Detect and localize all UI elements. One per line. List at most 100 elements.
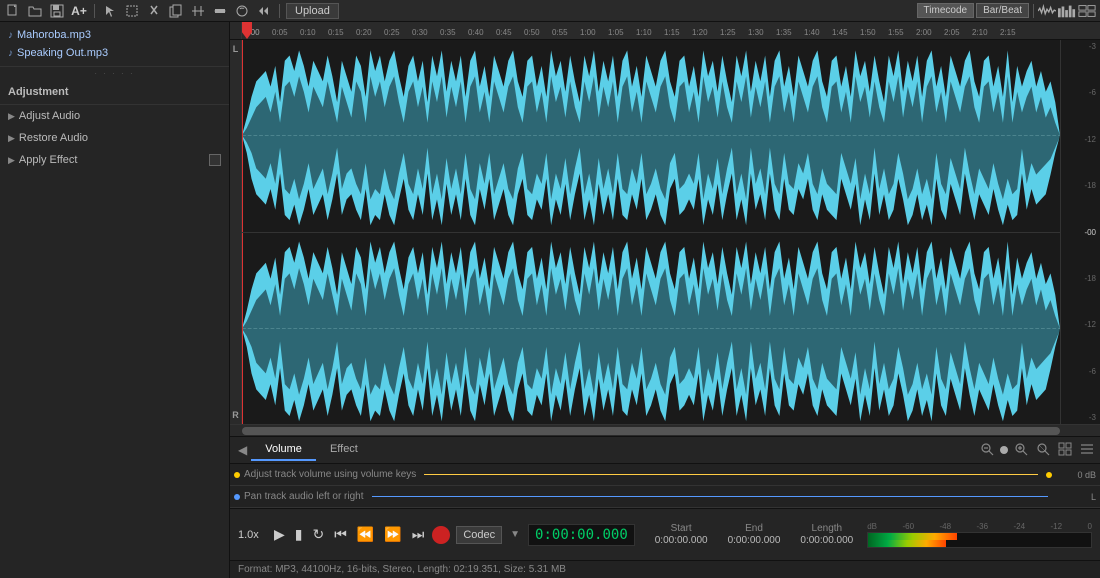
- timecode-button[interactable]: Timecode: [917, 3, 975, 18]
- upload-button[interactable]: Upload: [286, 3, 339, 19]
- right-content: 0:00 0:05 0:10 0:15 0:20 0:25 0:30 0:35 …: [230, 22, 1100, 578]
- timeline-header: 0:00 0:05 0:10 0:15 0:20 0:25 0:30 0:35 …: [230, 22, 1100, 40]
- separator-1: [94, 4, 95, 18]
- tab-effect[interactable]: Effect: [316, 439, 372, 461]
- music-icon-1: ♪: [8, 30, 13, 41]
- svg-text:0:35: 0:35: [440, 28, 456, 37]
- copy-icon[interactable]: [167, 2, 185, 20]
- start-label: Start: [671, 523, 692, 534]
- select-icon[interactable]: [123, 2, 141, 20]
- time-display: 0:00:00.000: [528, 524, 635, 546]
- silence-icon[interactable]: [211, 2, 229, 20]
- waveform-tracks: [242, 40, 1060, 424]
- waveform-view-icon[interactable]: [1038, 2, 1056, 20]
- db-label-6b: -6: [1063, 367, 1098, 376]
- scrollbar-track[interactable]: [242, 427, 1060, 435]
- meter-bar-bottom: [868, 540, 946, 547]
- trim-icon[interactable]: [189, 2, 207, 20]
- track-item-1[interactable]: ♪ Mahoroba.mp3: [0, 26, 229, 44]
- apply-effect-item[interactable]: ▶ Apply Effect: [0, 149, 229, 171]
- channel-l-label: L: [233, 44, 239, 54]
- cut-icon[interactable]: [145, 2, 163, 20]
- speed-display: 1.0x: [238, 529, 266, 541]
- scrollbar-area[interactable]: [230, 424, 1100, 436]
- svg-text:2:05: 2:05: [944, 28, 960, 37]
- fast-forward-button[interactable]: ⏩: [382, 524, 403, 545]
- automation-dot-2: [234, 494, 240, 500]
- stop-button[interactable]: ▮: [293, 524, 305, 545]
- waveform-track-R: [242, 233, 1060, 425]
- loop-button[interactable]: ↻: [311, 524, 327, 545]
- svg-text:1:40: 1:40: [804, 28, 820, 37]
- svg-text:0:45: 0:45: [496, 28, 512, 37]
- svg-text:0:50: 0:50: [524, 28, 540, 37]
- record-button[interactable]: [432, 526, 450, 544]
- track-name-1: Mahoroba.mp3: [17, 29, 91, 41]
- restore-audio-label: Restore Audio: [19, 132, 88, 144]
- open-icon[interactable]: [26, 2, 44, 20]
- adjust-audio-label: Adjust Audio: [19, 110, 80, 122]
- zoom-in-icon[interactable]: [1012, 442, 1030, 459]
- main-area: ♪ Mahoroba.mp3 ♪ Speaking Out.mp3 · · · …: [0, 22, 1100, 578]
- cursor-icon[interactable]: [101, 2, 119, 20]
- tab-volume[interactable]: Volume: [251, 439, 316, 461]
- restore-audio-arrow: ▶: [8, 133, 15, 144]
- db-label-3-top: -3: [1063, 42, 1098, 51]
- skip-end-button[interactable]: ⏭: [410, 524, 427, 545]
- settings-icon[interactable]: [1078, 442, 1096, 459]
- svg-text:2:10: 2:10: [972, 28, 988, 37]
- svg-text:0:55: 0:55: [552, 28, 568, 37]
- adjustment-header: Adjustment: [0, 80, 229, 104]
- svg-text:0:05: 0:05: [272, 28, 288, 37]
- grid-view-icon[interactable]: [1078, 2, 1096, 20]
- codec-button[interactable]: Codec: [456, 526, 502, 544]
- skip-start-button[interactable]: ⏮: [332, 524, 349, 545]
- zoom-out-icon[interactable]: [978, 442, 996, 459]
- start-val: 0:00:00.000: [655, 535, 708, 546]
- font-size-icon[interactable]: A+: [70, 2, 88, 20]
- svg-text:1:20: 1:20: [692, 28, 708, 37]
- adjust-audio-arrow: ▶: [8, 111, 15, 122]
- separator-2: [279, 4, 280, 18]
- adjust-audio-item[interactable]: ▶ Adjust Audio: [0, 105, 229, 127]
- length-section: Length 0:00:00.000: [800, 523, 853, 546]
- db-scale: -3 -6 -12 -18 -00 -18 -12 -6 -3: [1060, 40, 1100, 424]
- svg-text:1:25: 1:25: [720, 28, 736, 37]
- save-icon[interactable]: [48, 2, 66, 20]
- codec-dropdown-arrow[interactable]: ▼: [508, 529, 522, 540]
- scrollbar-thumb[interactable]: [242, 427, 1060, 435]
- status-bar: Format: MP3, 44100Hz, 16-bits, Stereo, L…: [230, 560, 1100, 578]
- db-label-12: -12: [1063, 135, 1098, 144]
- play-button[interactable]: ▶: [272, 524, 287, 545]
- mix-icon[interactable]: [233, 2, 251, 20]
- effect-square-icon[interactable]: [209, 154, 221, 166]
- new-icon[interactable]: [4, 2, 22, 20]
- svg-text:2:15: 2:15: [1000, 28, 1016, 37]
- svg-text:1:50: 1:50: [860, 28, 876, 37]
- restore-audio-item[interactable]: ▶ Restore Audio: [0, 127, 229, 149]
- barbeat-button[interactable]: Bar/Beat: [976, 3, 1029, 18]
- svg-text:0:10: 0:10: [300, 28, 316, 37]
- automation-dot-right-1: [1046, 472, 1052, 478]
- zoom-fit-icon[interactable]: [1034, 442, 1052, 459]
- end-val: 0:00:00.000: [728, 535, 781, 546]
- spectrum-view-icon[interactable]: [1058, 2, 1076, 20]
- automation-db-label: 0 dB: [1056, 470, 1096, 480]
- volume-slider-dot[interactable]: [1000, 446, 1008, 454]
- level-meter-container: dB -60 -48 -36 -24 -12 0: [867, 522, 1092, 548]
- grid-icon[interactable]: [1056, 442, 1074, 459]
- meter-labels: dB -60 -48 -36 -24 -12 0: [867, 522, 1092, 531]
- tab-scroll-left[interactable]: ◀: [234, 443, 251, 457]
- svg-text:1:35: 1:35: [776, 28, 792, 37]
- start-section: Start 0:00:00.000: [655, 523, 708, 546]
- svg-text:0:30: 0:30: [412, 28, 428, 37]
- rewind-button[interactable]: ⏪: [355, 524, 376, 545]
- reverse-icon[interactable]: [255, 2, 273, 20]
- left-panel: ♪ Mahoroba.mp3 ♪ Speaking Out.mp3 · · · …: [0, 22, 230, 578]
- channel-r-label: R: [232, 410, 239, 420]
- track-item-2[interactable]: ♪ Speaking Out.mp3: [0, 44, 229, 62]
- track-name-2: Speaking Out.mp3: [17, 47, 108, 59]
- apply-effect-arrow: ▶: [8, 155, 15, 166]
- meter-bar-top: [868, 533, 957, 540]
- automation-lane-2: Pan track audio left or right L: [230, 486, 1100, 508]
